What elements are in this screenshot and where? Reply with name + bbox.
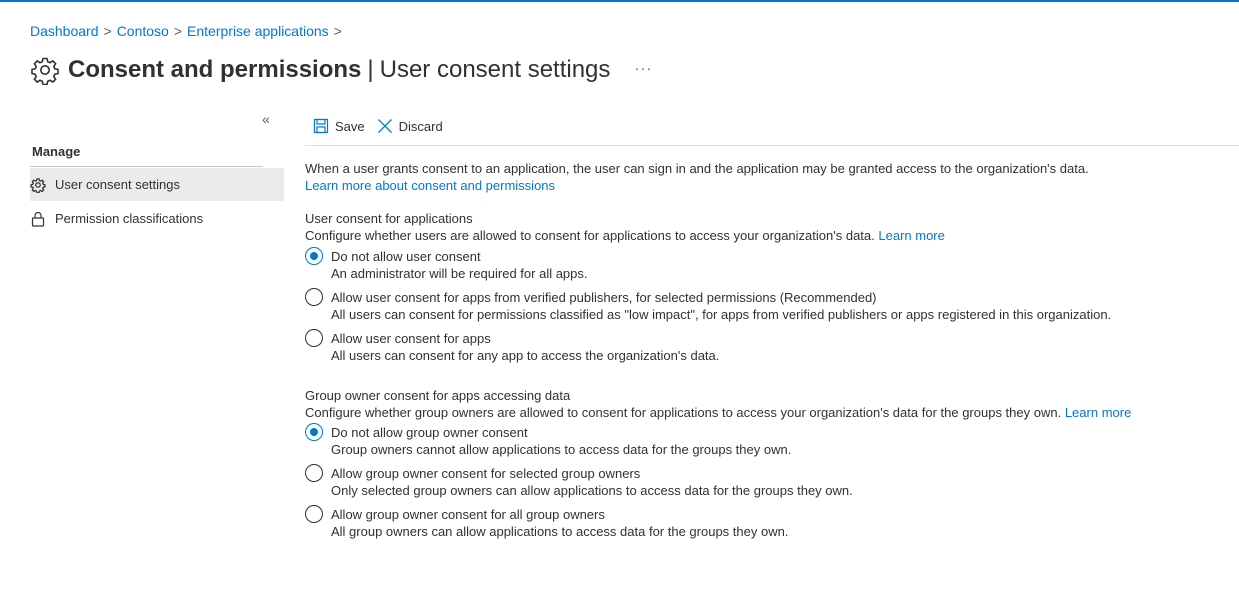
save-label: Save: [335, 118, 365, 134]
command-bar: Save Discard: [313, 118, 443, 134]
sidebar-item-permission-classifications[interactable]: Permission classifications: [30, 202, 284, 235]
group-consent-description: Configure whether group owners are allow…: [305, 405, 1062, 420]
breadcrumb-separator: >: [173, 23, 183, 39]
more-options-button[interactable]: ···: [634, 60, 652, 77]
discard-button[interactable]: Discard: [377, 118, 443, 134]
toolbar-divider: [305, 145, 1239, 146]
option-label: Allow group owner consent for all group …: [331, 507, 605, 522]
user-consent-description-block: Configure whether users are allowed to c…: [305, 227, 1235, 244]
discard-label: Discard: [398, 118, 443, 134]
radio-button[interactable]: [305, 288, 323, 306]
breadcrumb-separator: >: [103, 23, 112, 39]
user-consent-option-all[interactable]: Allow user consent for apps All users ca…: [305, 329, 1235, 364]
sidebar-divider: [30, 166, 263, 167]
user-consent-section-title: User consent for applications: [305, 211, 473, 226]
option-label: Allow user consent for apps from verifie…: [331, 290, 877, 305]
sidebar-heading: Manage: [32, 144, 81, 159]
user-consent-option-none[interactable]: Do not allow user consent An administrat…: [305, 247, 1235, 282]
title-separator: |: [367, 56, 374, 83]
breadcrumb-dashboard[interactable]: Dashboard: [30, 23, 99, 39]
radio-button[interactable]: [305, 247, 323, 265]
gear-icon: [30, 177, 46, 193]
radio-button[interactable]: [305, 464, 323, 482]
top-accent-bar: [0, 0, 1239, 2]
close-icon: [377, 119, 392, 133]
option-label: Do not allow user consent: [331, 249, 481, 264]
intro-text: When a user grants consent to an applica…: [305, 161, 1089, 176]
breadcrumb: Dashboard > Contoso > Enterprise application…: [30, 23, 347, 39]
sidebar-item-label: Permission classifications: [55, 211, 204, 226]
option-label: Allow user consent for apps: [331, 331, 491, 346]
page-subtitle: User consent settings: [379, 56, 611, 83]
option-description: Only selected group owners can allow app…: [331, 483, 853, 498]
collapse-sidebar-button[interactable]: «: [262, 111, 270, 127]
save-button[interactable]: Save: [313, 118, 365, 134]
option-description: All users can consent for any app to acc…: [331, 348, 720, 363]
learn-more-consent-link[interactable]: Learn more about consent and permissions: [305, 178, 555, 193]
option-description: All group owners can allow applications …: [331, 524, 789, 539]
sidebar-item-user-consent-settings[interactable]: User consent settings: [30, 168, 284, 201]
option-label: Allow group owner consent for selected g…: [331, 466, 641, 481]
user-consent-description: Configure whether users are allowed to c…: [305, 228, 875, 243]
group-consent-option-selected[interactable]: Allow group owner consent for selected g…: [305, 464, 1235, 499]
radio-button[interactable]: [305, 505, 323, 523]
user-consent-learn-more-link[interactable]: Learn more: [878, 228, 944, 243]
main-content: When a user grants consent to an applica…: [305, 160, 1235, 540]
breadcrumb-enterprise-applications[interactable]: Enterprise applications: [187, 23, 329, 39]
gear-icon: [30, 55, 60, 86]
page-header: Consent and permissions | User consent s…: [30, 52, 652, 88]
breadcrumb-separator: >: [333, 23, 342, 39]
user-consent-option-verified[interactable]: Allow user consent for apps from verifie…: [305, 288, 1235, 323]
option-description: Group owners cannot allow applications t…: [331, 442, 792, 457]
option-description: An administrator will be required for al…: [331, 266, 588, 281]
radio-button[interactable]: [305, 423, 323, 441]
lock-icon: [30, 211, 46, 227]
group-consent-description-block: Configure whether group owners are allow…: [305, 404, 1145, 421]
group-consent-learn-more-link[interactable]: Learn more: [1065, 405, 1131, 420]
radio-button[interactable]: [305, 329, 323, 347]
page-title: Consent and permissions: [68, 56, 362, 83]
option-label: Do not allow group owner consent: [331, 425, 528, 440]
group-consent-section-title: Group owner consent for apps accessing d…: [305, 388, 571, 403]
group-consent-option-none[interactable]: Do not allow group owner consent Group o…: [305, 423, 1235, 458]
save-icon: [313, 118, 329, 134]
group-consent-option-all[interactable]: Allow group owner consent for all group …: [305, 505, 1235, 540]
option-description: All users can consent for permissions cl…: [331, 307, 1112, 322]
sidebar-item-label: User consent settings: [55, 177, 181, 192]
breadcrumb-contoso[interactable]: Contoso: [117, 23, 169, 39]
